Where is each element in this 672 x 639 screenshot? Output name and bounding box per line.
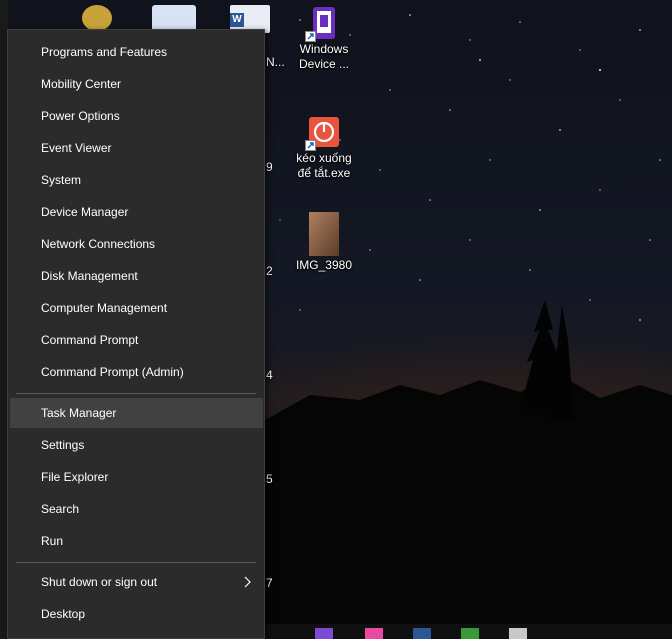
- shortcut-arrow-icon: [305, 140, 316, 151]
- desktop-icon-label: Windows Device ...: [298, 42, 349, 71]
- desktop-icon-label: kéo xuống để tắt.exe: [296, 151, 352, 180]
- menu-item-computer-management[interactable]: Computer Management: [10, 293, 263, 323]
- partial-icon-label: 2: [266, 264, 273, 278]
- menu-item-mobility-center[interactable]: Mobility Center: [10, 69, 263, 99]
- desktop-icon-windows-device[interactable]: Windows Device ...: [288, 6, 360, 72]
- desktop-icon-shutdown-exe[interactable]: kéo xuống để tắt.exe: [288, 115, 360, 181]
- visual-studio-icon[interactable]: [315, 628, 333, 639]
- menu-item-run[interactable]: Run: [10, 526, 263, 556]
- media-app-icon[interactable]: [365, 628, 383, 639]
- menu-item-label: Shut down or sign out: [41, 575, 158, 589]
- app-icon[interactable]: [509, 628, 527, 639]
- word-icon[interactable]: [413, 628, 431, 639]
- chevron-right-icon: [244, 576, 251, 588]
- winx-context-menu: Programs and Features Mobility Center Po…: [7, 29, 265, 639]
- shortcut-arrow-icon: [305, 31, 316, 42]
- image-thumbnail-icon: [309, 212, 339, 256]
- menu-item-device-manager[interactable]: Device Manager: [10, 197, 263, 227]
- menu-item-network-connections[interactable]: Network Connections: [10, 229, 263, 259]
- menu-item-command-prompt[interactable]: Command Prompt: [10, 325, 263, 355]
- menu-item-desktop[interactable]: Desktop: [10, 599, 263, 629]
- partial-icon-label: 7: [266, 576, 273, 590]
- menu-item-system[interactable]: System: [10, 165, 263, 195]
- menu-item-command-prompt-admin[interactable]: Command Prompt (Admin): [10, 357, 263, 387]
- taskbar: [265, 624, 672, 639]
- menu-item-shut-down-or-sign-out[interactable]: Shut down or sign out: [10, 567, 263, 597]
- desktop-icon-label: IMG_3980: [295, 258, 353, 272]
- menu-item-power-options[interactable]: Power Options: [10, 101, 263, 131]
- partial-icon-label: 9: [266, 160, 273, 174]
- device-manager-icon: [305, 6, 341, 42]
- partial-icon-label: 4: [266, 368, 273, 382]
- partial-icon-label: N...: [266, 55, 285, 69]
- menu-item-settings[interactable]: Settings: [10, 430, 263, 460]
- power-shortcut-icon: [305, 115, 341, 151]
- menu-separator: [16, 393, 256, 394]
- partial-icon-label: 5: [266, 472, 273, 486]
- menu-separator: [16, 562, 256, 563]
- onion-app-icon: [82, 5, 112, 31]
- desktop-icon-img-3980[interactable]: IMG_3980: [288, 212, 360, 273]
- chrome-icon[interactable]: [461, 628, 479, 639]
- menu-item-disk-management[interactable]: Disk Management: [10, 261, 263, 291]
- menu-item-event-viewer[interactable]: Event Viewer: [10, 133, 263, 163]
- menu-item-task-manager[interactable]: Task Manager: [10, 398, 263, 428]
- menu-item-search[interactable]: Search: [10, 494, 263, 524]
- menu-item-programs-and-features[interactable]: Programs and Features: [10, 37, 263, 67]
- menu-item-file-explorer[interactable]: File Explorer: [10, 462, 263, 492]
